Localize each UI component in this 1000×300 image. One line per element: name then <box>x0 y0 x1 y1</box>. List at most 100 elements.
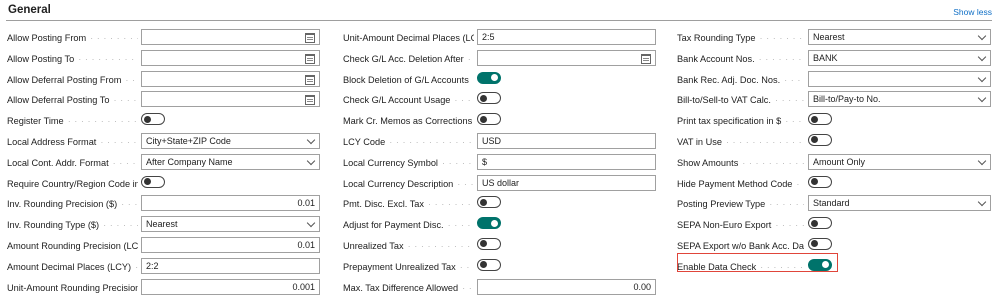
inv-rounding-type-select[interactable]: Nearest <box>141 216 320 233</box>
field-row-hide-payment-method-code: Hide Payment Method Code <box>677 174 991 195</box>
field-label: Block Deletion of G/L Accounts <box>343 74 474 87</box>
field-value: 0.00 <box>633 281 651 292</box>
amount-rounding-precision-lcy-input[interactable]: 0.01 <box>141 236 320 253</box>
toggle-knob <box>144 115 151 123</box>
field-row-inv-rounding-precision: Inv. Rounding Precision ($) 0.01 <box>7 194 320 215</box>
toggle-knob <box>144 178 151 186</box>
hide-payment-method-code-toggle[interactable] <box>808 175 832 188</box>
highlight-box <box>677 252 838 272</box>
unit-amount-rounding-precision-input[interactable]: 0.001 <box>141 278 320 295</box>
field-label: Local Cont. Addr. Format <box>7 157 138 170</box>
field-label: Inv. Rounding Precision ($) <box>7 198 138 211</box>
field-row-unit-amount-decimal-places-lcy: Unit-Amount Decimal Places (LCY) 2:5 <box>343 28 656 49</box>
field-label: Allow Deferral Posting To <box>7 94 138 107</box>
chevron-down-icon[interactable] <box>306 218 316 228</box>
local-cont-addr-format-select[interactable]: After Company Name <box>141 153 320 170</box>
field-label: Pmt. Disc. Excl. Tax <box>343 198 474 211</box>
bank-account-nos-select[interactable]: BANK <box>808 49 991 66</box>
calendar-icon[interactable] <box>305 74 315 85</box>
allow-posting-to-input[interactable] <box>141 49 320 66</box>
check-g-l-account-usage-toggle[interactable] <box>477 92 501 105</box>
chevron-down-icon[interactable] <box>977 198 987 207</box>
local-address-format-select[interactable]: City+State+ZIP Code <box>141 132 320 149</box>
bank-rec-adj-doc-nos-select[interactable] <box>808 70 991 87</box>
prepayment-unrealized-tax-toggle[interactable] <box>477 258 501 271</box>
require-country-region-code-in-toggle[interactable] <box>141 175 165 188</box>
chevron-down-icon[interactable] <box>977 73 987 82</box>
show-less-link[interactable]: Show less <box>953 7 992 17</box>
chevron-down-icon[interactable] <box>977 31 987 41</box>
chevron-down-icon[interactable] <box>977 52 987 62</box>
tax-rounding-type-select[interactable]: Nearest <box>808 29 991 45</box>
field-label: Unit-Amount Decimal Places (LCY) <box>343 32 474 45</box>
check-g-l-acc-deletion-after-input[interactable] <box>477 49 656 66</box>
field-value: US dollar <box>482 177 520 188</box>
field-value: 2:2 <box>146 260 159 271</box>
sepa-export-w-o-bank-acc-data-toggle[interactable] <box>808 237 832 250</box>
local-currency-symbol-input[interactable]: $ <box>477 153 656 170</box>
field-label: SEPA Export w/o Bank Acc. Data <box>677 240 804 253</box>
adjust-for-payment-disc-toggle[interactable] <box>477 217 501 230</box>
chevron-down-icon[interactable] <box>977 94 987 103</box>
field-row-show-amounts: Show Amounts Amount Only <box>677 153 991 174</box>
calendar-icon[interactable] <box>305 95 315 106</box>
pmt-disc-excl-tax-toggle[interactable] <box>477 196 501 209</box>
field-row-pmt-disc-excl-tax: Pmt. Disc. Excl. Tax <box>343 194 656 215</box>
field-row-print-tax-specification-in: Print tax specification in $ <box>677 111 991 132</box>
block-deletion-of-g-l-accounts-toggle[interactable] <box>477 71 501 84</box>
calendar-icon[interactable] <box>305 33 315 43</box>
toggle-knob <box>480 115 487 123</box>
field-row-bill-to-sell-to-vat-calc: Bill-to/Sell-to VAT Calc. Bill-to/Pay-to … <box>677 90 991 111</box>
field-row-inv-rounding-type: Inv. Rounding Type ($) Nearest <box>7 215 320 236</box>
field-row-allow-posting-from: Allow Posting From <box>7 28 320 49</box>
field-column-2: Unit-Amount Decimal Places (LCY) 2:5 Check… <box>343 28 656 298</box>
allow-posting-from-input[interactable] <box>141 29 320 45</box>
field-row-adjust-for-payment-disc: Adjust for Payment Disc. <box>343 215 656 236</box>
unrealized-tax-toggle[interactable] <box>477 237 501 250</box>
field-row-prepayment-unrealized-tax: Prepayment Unrealized Tax <box>343 257 656 278</box>
inv-rounding-precision-input[interactable]: 0.01 <box>141 195 320 212</box>
toggle-knob <box>811 178 818 186</box>
register-time-toggle[interactable] <box>141 113 165 126</box>
field-label: Hide Payment Method Code <box>677 178 804 191</box>
toggle-knob <box>480 198 487 206</box>
field-row-unit-amount-rounding-precision: Unit-Amount Rounding Precision (... 0.001 <box>7 278 320 299</box>
field-label: Check G/L Acc. Deletion After <box>343 53 474 66</box>
field-value: Standard <box>813 198 850 209</box>
print-tax-specification-in-toggle[interactable] <box>808 113 832 126</box>
field-label: VAT in Use <box>677 136 804 149</box>
show-amounts-select[interactable]: Amount Only <box>808 153 991 170</box>
posting-preview-type-select[interactable]: Standard <box>808 195 991 212</box>
unit-amount-decimal-places-lcy-input[interactable]: 2:5 <box>477 29 656 45</box>
field-row-allow-deferral-posting-to: Allow Deferral Posting To <box>7 90 320 111</box>
local-currency-description-input[interactable]: US dollar <box>477 174 656 191</box>
field-row-check-g-l-acc-deletion-after: Check G/L Acc. Deletion After <box>343 49 656 70</box>
calendar-icon[interactable] <box>305 53 315 64</box>
field-row-enable-data-check: Enable Data Check <box>677 252 991 278</box>
sepa-non-euro-export-toggle[interactable] <box>808 217 832 230</box>
vat-in-use-toggle[interactable] <box>808 133 832 146</box>
allow-deferral-posting-from-input[interactable] <box>141 70 320 87</box>
chevron-down-icon[interactable] <box>306 156 316 166</box>
toggle-knob <box>811 115 818 123</box>
toggle-knob <box>811 240 818 248</box>
field-row-vat-in-use: VAT in Use <box>677 132 991 153</box>
max-tax-difference-allowed-input[interactable]: 0.00 <box>477 278 656 295</box>
chevron-down-icon[interactable] <box>977 156 987 166</box>
allow-deferral-posting-to-input[interactable] <box>141 91 320 108</box>
field-label: Unit-Amount Rounding Precision (... <box>7 282 138 295</box>
field-row-block-deletion-of-g-l-accounts: Block Deletion of G/L Accounts <box>343 70 656 91</box>
field-row-allow-posting-to: Allow Posting To <box>7 49 320 70</box>
chevron-down-icon[interactable] <box>306 135 316 145</box>
mark-cr-memos-as-corrections-toggle[interactable] <box>477 113 501 126</box>
lcy-code-input[interactable]: USD <box>477 132 656 149</box>
field-label: Local Currency Description <box>343 178 474 191</box>
field-label: Unrealized Tax <box>343 240 474 253</box>
field-row-max-tax-difference-allowed: Max. Tax Difference Allowed 0.00 <box>343 278 656 299</box>
amount-decimal-places-lcy-input[interactable]: 2:2 <box>141 257 320 274</box>
field-value: 2:5 <box>482 32 495 42</box>
calendar-icon[interactable] <box>641 53 651 64</box>
bill-to-sell-to-vat-calc-select[interactable]: Bill-to/Pay-to No. <box>808 91 991 108</box>
field-row-sepa-non-euro-export: SEPA Non-Euro Export <box>677 215 991 236</box>
toggle-knob <box>480 240 487 248</box>
